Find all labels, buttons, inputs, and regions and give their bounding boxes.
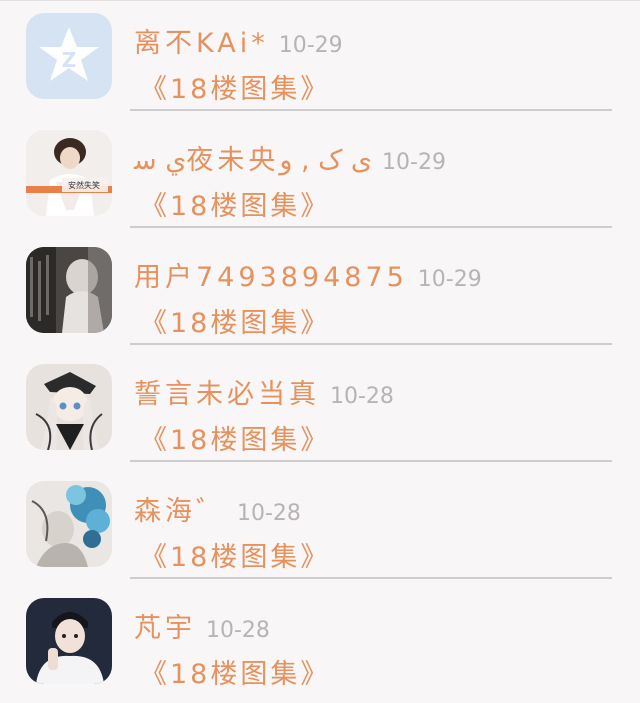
list-item[interactable]: 芃宇 10-28 《18楼图集》 [0, 586, 640, 703]
avatar[interactable]: Z [26, 13, 112, 99]
username[interactable]: 誓言未必当真 [134, 372, 320, 411]
divider [130, 343, 612, 345]
comment-list: Z 离不KAi* 10-29 《18楼图集》 安然失笑 ي ﺳ夜未央ﻯ ک , … [0, 0, 640, 694]
qq-z-icon: Z [26, 13, 112, 99]
divider [130, 226, 612, 228]
avatar[interactable] [26, 598, 112, 684]
name-line: 森海゛ 10-28 [134, 489, 301, 529]
avatar[interactable] [26, 481, 112, 567]
username[interactable]: 芃宇 [134, 606, 196, 645]
post-date: 10-28 [206, 618, 270, 643]
divider [130, 460, 612, 462]
username[interactable]: ي ﺳ夜未央ﻯ ک , و [134, 138, 372, 177]
username[interactable]: 用户7493894875 [134, 255, 408, 294]
list-item[interactable]: 用户7493894875 10-29 《18楼图集》 [0, 235, 640, 352]
username[interactable]: 森海゛ [134, 489, 227, 528]
group-link[interactable]: 《18楼图集》 [140, 535, 330, 574]
avatar[interactable]: 安然失笑 [26, 130, 112, 216]
name-line: 誓言未必当真 10-28 [134, 372, 394, 412]
avatar[interactable] [26, 247, 112, 333]
group-link[interactable]: 《18楼图集》 [140, 418, 330, 457]
divider [130, 577, 612, 579]
name-line: 芃宇 10-28 [134, 606, 270, 646]
list-item[interactable]: 誓言未必当真 10-28 《18楼图集》 [0, 352, 640, 469]
list-item[interactable]: 安然失笑 ي ﺳ夜未央ﻯ ک , و 10-29 《18楼图集》 [0, 118, 640, 235]
anime-girl [26, 364, 112, 450]
girl-photo: 安然失笑 [26, 130, 112, 216]
boy-photo [26, 598, 112, 684]
list-item[interactable]: Z 离不KAi* 10-29 《18楼图集》 [0, 1, 640, 118]
post-date: 10-29 [382, 150, 446, 175]
group-link[interactable]: 《18楼图集》 [140, 184, 330, 223]
name-line: 离不KAi* 10-29 [134, 21, 343, 61]
group-link[interactable]: 《18楼图集》 [140, 67, 330, 106]
avatar[interactable] [26, 364, 112, 450]
svg-text:Z: Z [62, 48, 77, 72]
username[interactable]: 离不KAi* [134, 21, 269, 60]
divider [130, 109, 612, 111]
group-link[interactable]: 《18楼图集》 [140, 652, 330, 691]
svg-text:安然失笑: 安然失笑 [68, 180, 100, 190]
post-date: 10-28 [237, 501, 301, 526]
name-line: 用户7493894875 10-29 [134, 255, 482, 295]
dark-photo [26, 247, 112, 333]
group-link[interactable]: 《18楼图集》 [140, 301, 330, 340]
blue-flower-art [26, 481, 112, 567]
name-line: ي ﺳ夜未央ﻯ ک , و 10-29 [134, 138, 446, 178]
list-item[interactable]: 森海゛ 10-28 《18楼图集》 [0, 469, 640, 586]
post-date: 10-29 [278, 33, 343, 58]
post-date: 10-28 [330, 384, 394, 409]
post-date: 10-29 [417, 267, 482, 292]
